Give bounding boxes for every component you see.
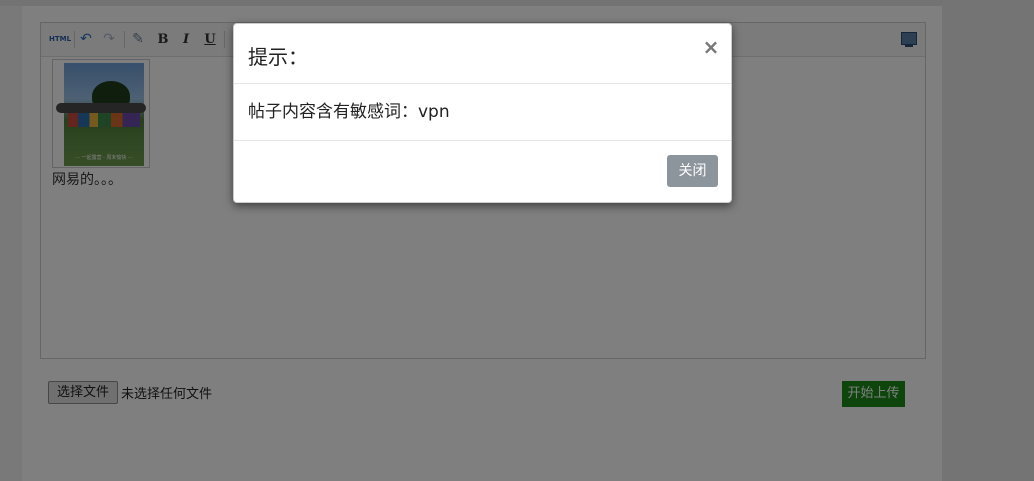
close-icon[interactable]: × — [700, 36, 722, 58]
close-button[interactable]: 关闭 — [667, 155, 718, 187]
modal-footer: 关闭 — [234, 141, 731, 202]
modal-message: 帖子内容含有敏感词：vpn — [248, 102, 450, 122]
modal-header: 提示： × — [234, 24, 731, 84]
alert-modal: 提示： × 帖子内容含有敏感词：vpn 关闭 — [233, 23, 732, 203]
modal-title: 提示： — [248, 45, 308, 69]
modal-body: 帖子内容含有敏感词：vpn — [234, 84, 731, 141]
